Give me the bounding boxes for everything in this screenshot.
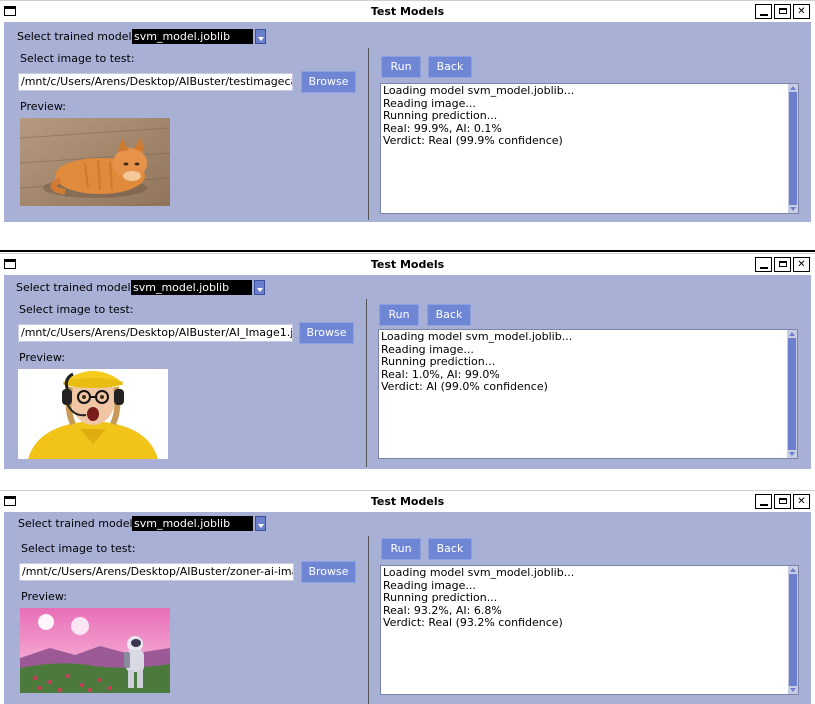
log-line: Loading model svm_model.joblib...: [383, 566, 575, 579]
output-log[interactable]: Loading model svm_model.joblib... Readin…: [380, 565, 799, 695]
image-label: Select image to test:: [19, 303, 134, 316]
minimize-icon: [759, 267, 768, 269]
preview-image: [18, 369, 168, 459]
chevron-down-icon[interactable]: [255, 29, 266, 44]
run-button[interactable]: Run: [381, 56, 421, 78]
panel-divider: [366, 299, 367, 467]
scroll-down-icon[interactable]: [787, 450, 797, 458]
image-path-field[interactable]: /mnt/c/Users/Arens/Desktop/AIBuster/test…: [18, 73, 293, 91]
back-button[interactable]: Back: [428, 538, 472, 560]
log-line: Running prediction...: [383, 591, 498, 604]
panel-divider: [368, 48, 369, 220]
log-line: Verdict: AI (99.0% confidence): [381, 380, 548, 393]
image-path-field[interactable]: /mnt/c/Users/Arens/Desktop/AIBuster/zone…: [19, 563, 294, 581]
preview-image: [20, 118, 170, 206]
scroll-thumb[interactable]: [789, 92, 797, 205]
model-label: Select trained model:: [17, 30, 136, 43]
minimize-button[interactable]: [755, 257, 772, 272]
maximize-button[interactable]: [774, 257, 791, 272]
window-client: Select trained model: svm_model.joblib S…: [4, 22, 811, 222]
window-separator: [0, 250, 815, 252]
scroll-down-icon[interactable]: [788, 205, 798, 213]
window-title: Test Models: [370, 5, 445, 18]
model-select[interactable]: svm_model.joblib: [132, 29, 266, 44]
window-title: Test Models: [370, 258, 445, 271]
ai-woman-image: [18, 369, 168, 459]
image-path-field[interactable]: /mnt/c/Users/Arens/Desktop/AIBuster/AI_I…: [18, 324, 293, 342]
maximize-button[interactable]: [774, 494, 791, 509]
minimize-icon: [759, 504, 768, 506]
maximize-icon: [778, 261, 787, 267]
model-label: Select trained model:: [18, 517, 137, 530]
back-button[interactable]: Back: [427, 304, 471, 326]
minimize-button[interactable]: [755, 4, 772, 19]
model-select-value: svm_model.joblib: [132, 516, 253, 531]
cat-image: [20, 118, 170, 206]
titlebar: Test Models ✕: [0, 253, 815, 275]
log-line: Loading model svm_model.joblib...: [381, 330, 573, 343]
vertical-scrollbar[interactable]: [787, 330, 797, 458]
close-icon: ✕: [797, 6, 806, 17]
model-select-value: svm_model.joblib: [132, 29, 253, 44]
preview-label: Preview:: [19, 351, 65, 364]
scroll-thumb[interactable]: [788, 338, 796, 450]
preview-image: [20, 608, 170, 693]
image-label: Select image to test:: [21, 542, 136, 555]
chevron-down-icon[interactable]: [254, 280, 265, 295]
maximize-icon: [778, 8, 787, 14]
run-button[interactable]: Run: [379, 304, 419, 326]
back-button[interactable]: Back: [428, 56, 472, 78]
close-button[interactable]: ✕: [793, 4, 810, 19]
run-button[interactable]: Run: [381, 538, 421, 560]
output-log[interactable]: Loading model svm_model.joblib... Readin…: [380, 83, 799, 214]
model-select[interactable]: svm_model.joblib: [131, 280, 265, 295]
log-line: Running prediction...: [383, 109, 498, 122]
scroll-up-icon[interactable]: [788, 566, 798, 574]
minimize-icon: [759, 14, 768, 16]
scroll-down-icon[interactable]: [788, 686, 798, 694]
minimize-button[interactable]: [755, 494, 772, 509]
browse-button[interactable]: Browse: [301, 561, 356, 583]
close-button[interactable]: ✕: [793, 494, 810, 509]
browse-button[interactable]: Browse: [301, 71, 356, 93]
image-label: Select image to test:: [20, 52, 135, 65]
log-line: Running prediction...: [381, 355, 496, 368]
model-label: Select trained model:: [16, 281, 135, 294]
window-title: Test Models: [370, 495, 445, 508]
output-log[interactable]: Loading model svm_model.joblib... Readin…: [378, 329, 798, 459]
titlebar: Test Models ✕: [0, 490, 815, 512]
preview-label: Preview:: [20, 100, 66, 113]
titlebar: Test Models ✕: [0, 0, 815, 22]
log-line: Loading model svm_model.joblib...: [383, 84, 575, 97]
log-line: Verdict: Real (99.9% confidence): [383, 134, 563, 147]
model-select[interactable]: svm_model.joblib: [132, 516, 266, 531]
vertical-scrollbar[interactable]: [788, 566, 798, 694]
window-client: Select trained model: svm_model.joblib S…: [4, 512, 811, 704]
maximize-button[interactable]: [774, 4, 791, 19]
browse-button[interactable]: Browse: [299, 322, 354, 344]
test-models-window-1: Test Models ✕ Select trained model: svm_…: [0, 0, 815, 222]
vertical-scrollbar[interactable]: [788, 84, 798, 213]
chevron-down-icon[interactable]: [255, 516, 266, 531]
preview-label: Preview:: [21, 590, 67, 603]
panel-divider: [368, 536, 369, 704]
model-select-value: svm_model.joblib: [131, 280, 252, 295]
close-icon: ✕: [797, 259, 806, 270]
test-models-window-2: Test Models ✕ Select trained model: svm_…: [0, 253, 815, 469]
window-client: Select trained model: svm_model.joblib S…: [4, 275, 811, 469]
test-models-window-3: Test Models ✕ Select trained model: svm_…: [0, 490, 815, 704]
scroll-up-icon[interactable]: [787, 330, 797, 338]
scroll-thumb[interactable]: [789, 574, 797, 686]
log-line: Verdict: Real (93.2% confidence): [383, 616, 563, 629]
astronaut-image: [20, 608, 170, 693]
close-icon: ✕: [797, 496, 806, 507]
maximize-icon: [778, 498, 787, 504]
close-button[interactable]: ✕: [793, 257, 810, 272]
scroll-up-icon[interactable]: [788, 84, 798, 92]
